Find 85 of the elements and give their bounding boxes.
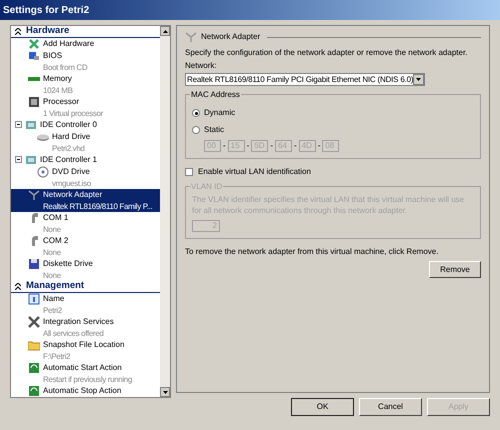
item-detail: 1024 MB	[43, 84, 73, 96]
item-label: Memory	[43, 73, 73, 84]
item-label: IDE Controller 0	[40, 119, 97, 130]
dropdown-arrow-icon	[416, 78, 422, 81]
item-detail: None	[43, 270, 62, 281]
section-header[interactable]: Management	[15, 279, 84, 294]
item-detail: F:\Petri2	[43, 350, 72, 362]
item-label: Snapshot File Location	[43, 339, 124, 350]
tree-item[interactable]: Diskette Drive None	[11, 258, 160, 281]
separator-dash: -	[246, 140, 250, 152]
tree-item[interactable]: Automatic Stop Action	[11, 385, 160, 397]
refresh-icon	[28, 362, 40, 374]
item-label: Integration Services	[43, 316, 114, 328]
collapse-icon	[15, 283, 21, 290]
cross-icon	[28, 38, 40, 50]
tree-item[interactable]: Add Hardware	[11, 38, 160, 50]
window-title: Settings for Petri2	[0, 0, 500, 20]
item-label: Automatic Start Action	[43, 362, 123, 374]
item-detail: Realtek RTL8169/8110 Family P...	[43, 200, 152, 212]
controller-icon	[25, 154, 37, 166]
item-label: DVD Drive	[52, 166, 91, 178]
item-detail: None	[43, 224, 62, 235]
tree-item[interactable]: IDE Controller 0	[11, 119, 160, 131]
item-label: Automatic Stop Action	[43, 385, 122, 396]
separator-dash: -	[294, 140, 297, 152]
collapse-toggle[interactable]	[15, 121, 22, 128]
scroll-up-icon	[162, 30, 168, 32]
disc-icon	[37, 166, 49, 178]
item-detail: All services offered	[43, 328, 104, 339]
tree-item[interactable]: Hard Drive Petri2.vhd	[11, 131, 160, 154]
scroll-down-icon	[162, 390, 168, 394]
checkbox-option[interactable]: Enable virtual LAN identification	[185, 166, 481, 178]
item-label: Add Hardware	[43, 38, 94, 50]
chip-icon	[28, 50, 40, 62]
separator-dash: -	[318, 140, 320, 152]
section-title: Network Adapter	[201, 31, 260, 43]
tree-item[interactable]: IDE Controller 1	[11, 154, 160, 166]
tree-item[interactable]: Network Adapter Realtek RTL8169/8110 Family P...	[11, 189, 160, 212]
dialog-button[interactable]: Cancel	[359, 398, 422, 416]
item-detail: 1 Virtual processor	[43, 108, 103, 119]
remove-button[interactable]: Remove	[429, 261, 481, 278]
tree-item[interactable]: Snapshot File Location F:\Petri2	[11, 339, 160, 362]
item-label: COM 2	[43, 235, 68, 246]
tree-item[interactable]: Memory 1024 MB	[11, 73, 160, 96]
item-label: COM 1	[43, 212, 68, 224]
item-detail: Restart if previously running	[43, 374, 132, 385]
tree-item[interactable]: Processor 1 Virtual processor	[11, 96, 160, 119]
separator-dash: -	[270, 140, 274, 152]
tree-item[interactable]: DVD Drive vmguest.iso	[11, 166, 160, 189]
processor-icon	[28, 96, 40, 108]
info-icon	[28, 293, 40, 305]
item-label: BIOS	[43, 50, 64, 62]
tree-item[interactable]: Automatic Start Action Restart if previously running	[11, 362, 160, 385]
info-text: To remove the network adapter from this virtual machine, click Remove.	[185, 246, 440, 258]
dialog-button[interactable]: OK	[291, 398, 354, 416]
description-text: Specify the configuration of the network adapter or remove the network adapter.	[185, 47, 468, 59]
item-detail: vmguest.iso	[52, 178, 91, 189]
field-label: Network:	[185, 60, 218, 72]
controller-icon	[25, 119, 37, 131]
item-detail: None	[43, 246, 62, 258]
collapse-toggle[interactable]	[15, 156, 22, 163]
tools-icon	[28, 316, 40, 328]
network-icon	[185, 31, 197, 43]
item-detail: Boot from CD	[43, 62, 88, 73]
folder-icon	[28, 339, 40, 351]
item-label: Network Adapter	[43, 189, 104, 200]
floppy-icon	[28, 258, 40, 270]
network-dropdown[interactable]: Realtek RTL8169/8110 Family PCI Gigabit Ethernet NIC (NDIS 6.0)	[185, 73, 425, 86]
separator-dash: -	[223, 140, 226, 152]
network-icon	[28, 189, 40, 201]
item-detail: Petri2.vhd	[52, 142, 86, 154]
item-label: Hard Drive	[52, 131, 90, 142]
scrollbar[interactable]	[160, 26, 170, 397]
item-label: Name	[43, 293, 64, 304]
item-detail: Petri2	[43, 304, 63, 316]
item-label: Processor	[43, 96, 80, 108]
tree-item[interactable]: COM 2 None	[11, 235, 160, 258]
collapse-icon	[15, 28, 21, 35]
item-label: Diskette Drive	[43, 258, 93, 270]
tree-item[interactable]: COM 1 None	[11, 212, 160, 235]
tree-item[interactable]: Integration Services All services offered	[11, 316, 160, 339]
section-header[interactable]: Hardware	[15, 26, 70, 39]
tree-item[interactable]: BIOS Boot from CD	[11, 50, 160, 73]
item-label: IDE Controller 1	[40, 154, 97, 166]
tree-item[interactable]: Name Petri2	[11, 293, 160, 316]
